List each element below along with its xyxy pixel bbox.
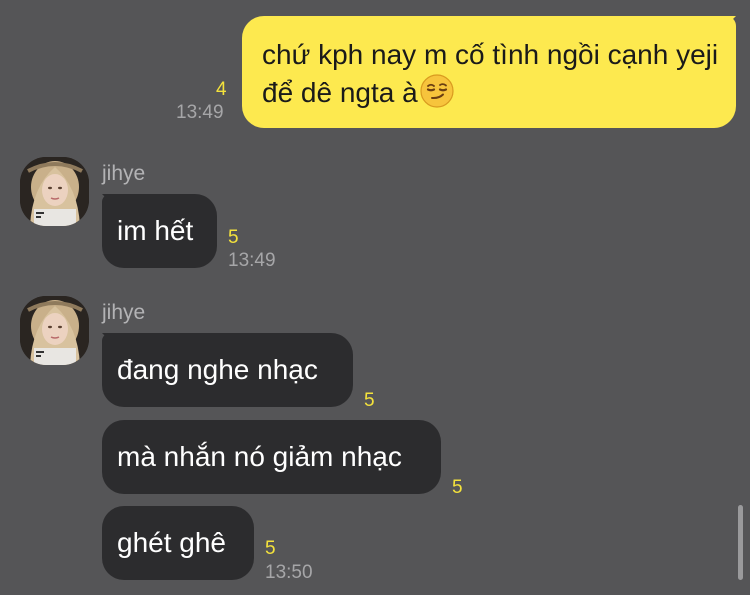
message-time: 13:49 (228, 250, 276, 271)
unread-count: 4 (216, 79, 227, 100)
sender-name: jihye (102, 162, 146, 185)
message-text: ghét ghê (117, 527, 226, 558)
unread-count: 5 (452, 477, 463, 498)
outgoing-message-text: chứ kph nay m cố tình ngồi cạnh yeji để … (262, 39, 719, 108)
sender-avatar[interactable] (20, 157, 89, 226)
unread-count: 5 (265, 538, 276, 559)
smirking-face-emoji-icon (420, 74, 454, 108)
unread-count: 5 (364, 390, 375, 411)
unread-count: 5 (228, 227, 239, 248)
message-time: 13:50 (265, 562, 313, 583)
incoming-message-bubble[interactable]: mà nhắn nó giảm nhạc (102, 420, 441, 494)
message-text: đang nghe nhạc (117, 354, 318, 385)
outgoing-message-bubble[interactable]: chứ kph nay m cố tình ngồi cạnh yeji để … (242, 16, 736, 128)
message-text: im hết (117, 215, 194, 246)
sender-name: jihye (102, 301, 146, 324)
incoming-message-bubble[interactable]: ghét ghê (102, 506, 254, 580)
message-time: 13:49 (176, 102, 224, 123)
scrollbar[interactable] (738, 505, 743, 580)
incoming-message-bubble[interactable]: đang nghe nhạc (102, 333, 353, 407)
sender-avatar[interactable] (20, 296, 89, 365)
message-text: mà nhắn nó giảm nhạc (117, 441, 402, 472)
incoming-message-bubble[interactable]: im hết (102, 194, 217, 268)
